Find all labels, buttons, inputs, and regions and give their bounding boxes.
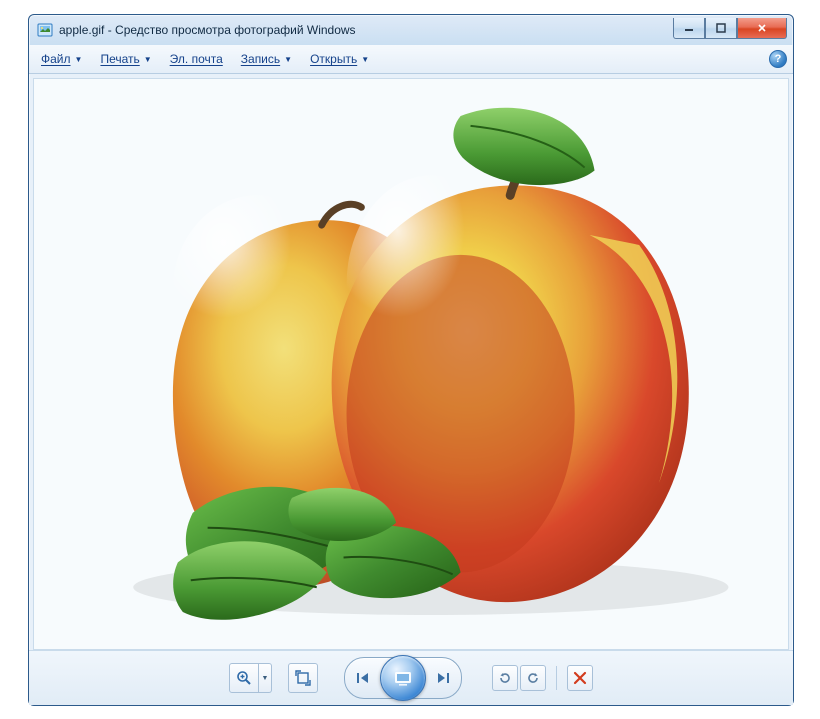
slideshow-icon bbox=[393, 669, 413, 687]
chevron-down-icon: ▼ bbox=[262, 675, 269, 682]
chevron-down-icon: ▼ bbox=[361, 55, 369, 64]
window-controls bbox=[673, 18, 793, 38]
chevron-down-icon: ▼ bbox=[75, 55, 83, 64]
app-window: apple.gif - Средство просмотра фотографи… bbox=[28, 14, 794, 706]
title-bar[interactable]: apple.gif - Средство просмотра фотографи… bbox=[29, 15, 793, 45]
menu-email[interactable]: Эл. почта bbox=[164, 49, 229, 69]
minimize-button[interactable] bbox=[673, 18, 705, 39]
menu-print[interactable]: Печать▼ bbox=[94, 49, 157, 69]
rotate-cw-icon bbox=[525, 670, 541, 686]
separator bbox=[556, 666, 557, 690]
displayed-image bbox=[34, 79, 788, 649]
menu-burn[interactable]: Запись▼ bbox=[235, 49, 298, 69]
maximize-button[interactable] bbox=[705, 18, 737, 39]
delete-button[interactable] bbox=[567, 665, 593, 691]
rotate-cw-button[interactable] bbox=[520, 665, 546, 691]
help-button[interactable]: ? bbox=[769, 50, 787, 68]
slideshow-button[interactable] bbox=[380, 655, 426, 701]
menu-bar: Файл▼ Печать▼ Эл. почта Запись▼ Открыть▼… bbox=[29, 45, 793, 74]
app-icon bbox=[37, 22, 53, 38]
chevron-down-icon: ▼ bbox=[144, 55, 152, 64]
rotate-ccw-button[interactable] bbox=[492, 665, 518, 691]
zoom-button[interactable] bbox=[229, 663, 259, 693]
previous-icon bbox=[356, 671, 370, 685]
zoom-group: ▼ bbox=[229, 663, 272, 693]
window-title: apple.gif - Средство просмотра фотографи… bbox=[59, 23, 673, 37]
next-button[interactable] bbox=[428, 663, 458, 693]
next-icon bbox=[436, 671, 450, 685]
menu-open[interactable]: Открыть▼ bbox=[304, 49, 375, 69]
image-viewport[interactable] bbox=[33, 78, 789, 650]
zoom-dropdown[interactable]: ▼ bbox=[259, 663, 272, 693]
close-button[interactable] bbox=[737, 18, 787, 39]
previous-button[interactable] bbox=[348, 663, 378, 693]
footer-toolbar: ▼ bbox=[29, 650, 793, 705]
magnifier-icon bbox=[236, 670, 252, 686]
chevron-down-icon: ▼ bbox=[284, 55, 292, 64]
navigation-group bbox=[344, 657, 462, 699]
rotate-group bbox=[492, 665, 546, 691]
help-icon: ? bbox=[775, 53, 782, 65]
fit-icon bbox=[295, 670, 311, 686]
rotate-ccw-icon bbox=[497, 670, 513, 686]
menu-file[interactable]: Файл▼ bbox=[35, 49, 88, 69]
delete-icon bbox=[572, 670, 588, 686]
fit-to-window-button[interactable] bbox=[288, 663, 318, 693]
